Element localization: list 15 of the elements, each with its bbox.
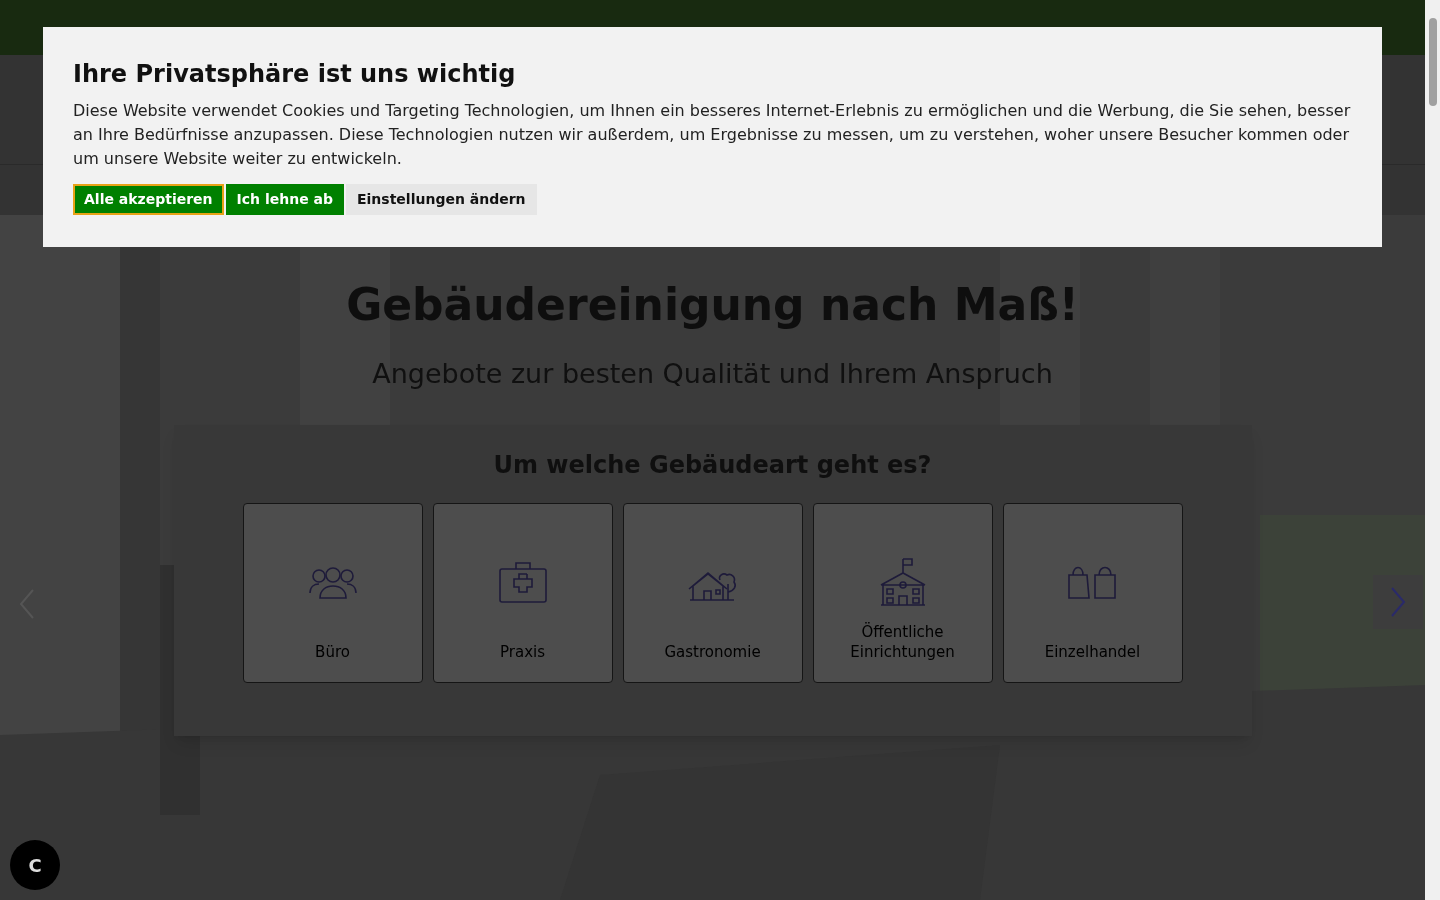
consent-button[interactable]: Alle akzeptieren <box>73 184 224 215</box>
building-type-option[interactable]: Büro <box>242 502 423 683</box>
consent-button[interactable]: Ich lehne ab <box>225 184 344 215</box>
building-type-option[interactable]: Praxis <box>432 502 613 683</box>
dialog-text: Diese Website verwendet Cookies und Targeting Technologien, um Ihnen ein besseres Internet-Erlebnis zu ermöglichen und die Werbung, die Sie sehen, besser an Ihre Bedürfnisse anzupassen. Diese Technologien nutzen wir außerdem, um Ergebnisse zu messen, um zu verstehen, woher unsere Besucher kommen oder um unsere Website weiter zu entwickeln. <box>73 100 1352 170</box>
medical-kit-icon <box>497 559 548 604</box>
shopping-bags-icon <box>1066 564 1119 599</box>
people-icon <box>307 564 358 599</box>
building-type-option[interactable]: Gastronomie <box>622 502 803 683</box>
school-building-icon <box>878 556 927 607</box>
consent-button[interactable]: Einstellungen ändern <box>346 184 537 215</box>
chevron-right-icon <box>1390 586 1406 618</box>
dialog-title: Ihre Privatsphäre ist uns wichtig <box>73 59 517 90</box>
building-type-option[interactable]: Öffentliche Einrichtungen <box>812 502 993 683</box>
building-type-option[interactable]: Einzelhandel <box>1002 502 1183 683</box>
